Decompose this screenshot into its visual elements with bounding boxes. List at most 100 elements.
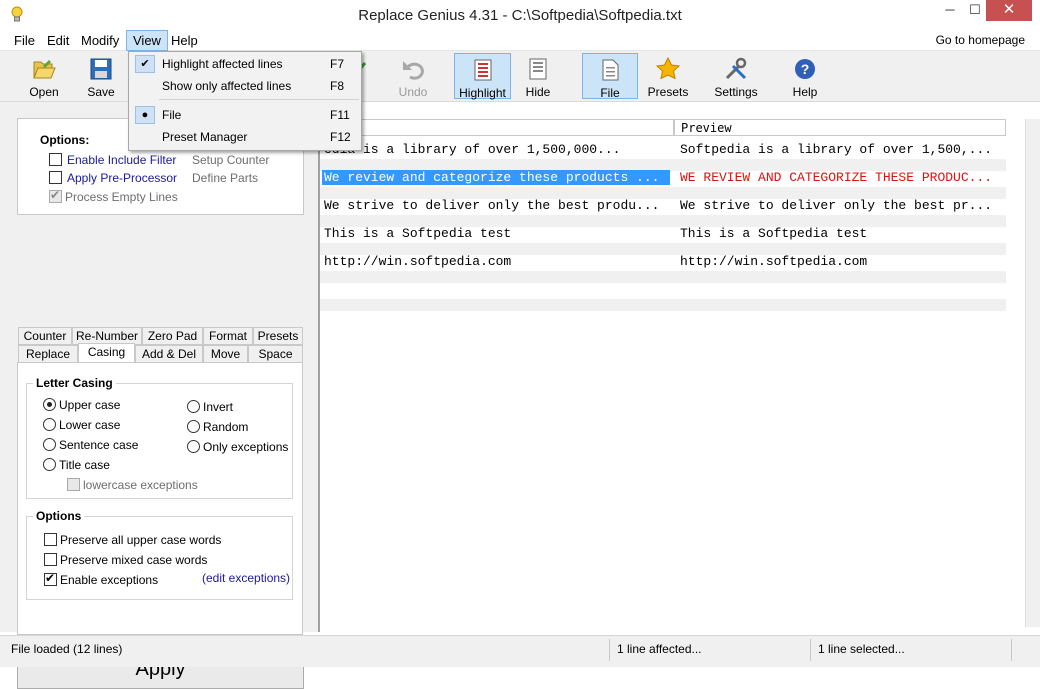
menu-item-highlight-affected-lines[interactable]: ✔ Highlight affected lines F7 bbox=[130, 53, 360, 75]
upper-case-radio[interactable] bbox=[43, 398, 56, 411]
preserve-mixed-label[interactable]: Preserve mixed case words bbox=[60, 553, 207, 567]
hide-button[interactable]: Hide bbox=[518, 53, 558, 99]
letter-casing-group: Letter Casing Upper case Lower case Sent… bbox=[26, 376, 293, 499]
status-divider bbox=[1011, 639, 1012, 661]
tab-casing[interactable]: Casing bbox=[78, 343, 135, 363]
tab-add-del[interactable]: Add & Del bbox=[135, 345, 203, 363]
only-exceptions-label[interactable]: Only exceptions bbox=[203, 440, 288, 454]
invert-radio[interactable] bbox=[187, 400, 200, 413]
maximize-button[interactable]: ☐ bbox=[965, 0, 985, 21]
title-case-radio[interactable] bbox=[43, 458, 56, 471]
table-row[interactable]: This is a Softpedia test This is a Softp… bbox=[320, 222, 1006, 255]
settings-button[interactable]: Settings bbox=[709, 53, 763, 99]
menu-help[interactable]: Help bbox=[165, 30, 204, 51]
table-row[interactable]: edia is a library of over 1,500,000... S… bbox=[320, 138, 1006, 171]
menu-modify[interactable]: Modify bbox=[75, 30, 125, 51]
floppy-disk-icon bbox=[90, 58, 112, 80]
upper-case-label[interactable]: Upper case bbox=[59, 398, 120, 412]
enable-exceptions-checkbox[interactable]: ✔ bbox=[44, 571, 57, 586]
casing-options-header: Options bbox=[33, 509, 85, 523]
vertical-scrollbar[interactable] bbox=[1025, 119, 1040, 627]
status-file-loaded: File loaded (12 lines) bbox=[11, 642, 123, 656]
enable-exceptions-label[interactable]: Enable exceptions bbox=[60, 573, 158, 587]
tab-format[interactable]: Format bbox=[203, 327, 253, 345]
options-header: Options: bbox=[40, 133, 90, 147]
open-label: Open bbox=[29, 85, 59, 99]
tab-move[interactable]: Move bbox=[203, 345, 248, 363]
save-button[interactable]: Save bbox=[80, 53, 122, 99]
table-row[interactable] bbox=[320, 278, 1006, 311]
setup-counter-link[interactable]: Setup Counter bbox=[192, 153, 269, 167]
apply-preprocessor-label[interactable]: Apply Pre-Processor bbox=[67, 171, 177, 185]
status-lines-selected: 1 line selected... bbox=[818, 642, 905, 656]
menu-item-label: Show only affected lines bbox=[162, 79, 292, 93]
only-exceptions-radio[interactable] bbox=[187, 440, 200, 453]
title-case-label[interactable]: Title case bbox=[59, 458, 110, 472]
menu-item-preset-manager[interactable]: Preset Manager F12 bbox=[130, 126, 360, 148]
process-empty-lines-checkbox: ✔ bbox=[49, 188, 62, 203]
status-divider bbox=[609, 639, 610, 661]
tab-presets[interactable]: Presets bbox=[253, 327, 303, 345]
sentence-case-radio[interactable] bbox=[43, 438, 56, 451]
file-grid: ent Preview edia is a library of over 1,… bbox=[318, 102, 1040, 632]
col-header-current[interactable]: ent bbox=[320, 119, 674, 136]
document-icon bbox=[602, 59, 619, 81]
tab-zero-pad[interactable]: Zero Pad bbox=[142, 327, 203, 345]
menu-item-shortcut: F12 bbox=[330, 130, 351, 144]
preserve-mixed-checkbox[interactable] bbox=[44, 553, 57, 566]
lower-case-label[interactable]: Lower case bbox=[59, 418, 120, 432]
open-button[interactable]: Open bbox=[22, 53, 66, 99]
define-parts-link[interactable]: Define Parts bbox=[192, 171, 258, 185]
random-label[interactable]: Random bbox=[203, 420, 248, 434]
lower-case-radio[interactable] bbox=[43, 418, 56, 431]
random-radio[interactable] bbox=[187, 420, 200, 433]
sentence-case-label[interactable]: Sentence case bbox=[59, 438, 138, 452]
highlight-button[interactable]: Highlight bbox=[454, 53, 511, 100]
presets-button[interactable]: Presets bbox=[645, 53, 691, 99]
row-current-text: http://win.softpedia.com bbox=[324, 254, 512, 269]
menu-item-shortcut: F11 bbox=[330, 108, 350, 122]
status-divider bbox=[810, 639, 811, 661]
status-lines-affected: 1 line affected... bbox=[617, 642, 702, 656]
menu-file[interactable]: File bbox=[8, 30, 41, 51]
preserve-upper-label[interactable]: Preserve all upper case words bbox=[60, 533, 221, 547]
table-row-selected[interactable]: We review and categorize these products … bbox=[320, 166, 1006, 199]
row-current-text: This is a Softpedia test bbox=[324, 226, 512, 241]
title-bar: Replace Genius 4.31 - C:\Softpedia\Softp… bbox=[0, 0, 1040, 30]
tab-counter[interactable]: Counter bbox=[18, 327, 72, 345]
close-button[interactable]: ✕ bbox=[986, 0, 1032, 21]
menu-item-show-only-affected-lines[interactable]: Show only affected lines F8 bbox=[130, 75, 360, 97]
menu-item-shortcut: F7 bbox=[330, 57, 345, 71]
row-preview-text: Softpedia is a library of over 1,500,... bbox=[680, 142, 993, 157]
tab-space[interactable]: Space bbox=[248, 345, 303, 363]
help-label: Help bbox=[792, 85, 818, 99]
table-row[interactable]: http://win.softpedia.com http://win.soft… bbox=[320, 250, 1006, 283]
row-stripe bbox=[320, 299, 1006, 311]
menu-edit[interactable]: Edit bbox=[41, 30, 75, 51]
lowercase-exceptions-label: lowercase exceptions bbox=[83, 478, 198, 492]
menu-item-file[interactable]: ● File F11 bbox=[130, 104, 360, 126]
apply-preprocessor-checkbox[interactable] bbox=[49, 171, 62, 184]
enable-include-filter-checkbox[interactable] bbox=[49, 153, 62, 166]
help-button[interactable]: ? Help bbox=[784, 53, 826, 99]
menu-view[interactable]: View bbox=[126, 30, 168, 51]
col-header-preview[interactable]: Preview bbox=[674, 119, 1006, 136]
invert-label[interactable]: Invert bbox=[203, 400, 233, 414]
row-current-text: We review and categorize these products … bbox=[322, 170, 670, 185]
minimize-button[interactable]: ─ bbox=[935, 0, 965, 21]
table-row[interactable]: We strive to deliver only the best produ… bbox=[320, 194, 1006, 227]
save-label: Save bbox=[87, 85, 115, 99]
undo-button[interactable]: Undo bbox=[392, 53, 434, 99]
enable-include-filter-label[interactable]: Enable Include Filter bbox=[67, 153, 176, 167]
view-menu-dropdown: ✔ Highlight affected lines F7 Show only … bbox=[128, 51, 362, 151]
checkmark-icon: ✔ bbox=[135, 55, 155, 73]
preserve-upper-checkbox[interactable] bbox=[44, 533, 57, 546]
row-current-text: We strive to deliver only the best produ… bbox=[324, 198, 660, 213]
file-view-button[interactable]: File bbox=[582, 53, 638, 100]
tab-replace[interactable]: Replace bbox=[18, 345, 78, 363]
edit-exceptions-link[interactable]: (edit exceptions) bbox=[202, 571, 290, 585]
star-icon bbox=[655, 57, 681, 80]
undo-icon bbox=[403, 61, 424, 80]
goto-homepage-link[interactable]: Go to homepage bbox=[936, 30, 1025, 51]
menu-bar: File Edit Modify View Help Go to homepag… bbox=[0, 30, 1040, 51]
